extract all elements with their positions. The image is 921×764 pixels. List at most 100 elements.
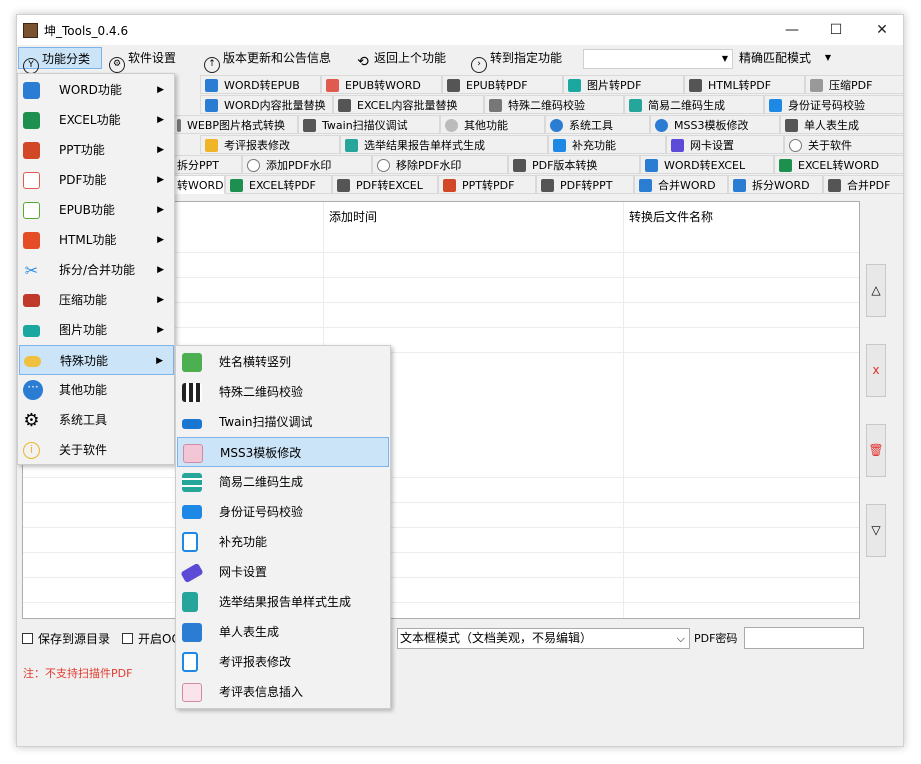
tab-word-to-excel[interactable]: WORD转EXCEL <box>640 155 774 174</box>
tab-add-pdf-watermark[interactable]: 添加PDF水印 <box>242 155 372 174</box>
tab-system-tools[interactable]: 系统工具 <box>545 115 650 134</box>
menu-item-pdf[interactable]: PDF功能 ▶ <box>19 165 174 195</box>
text-mode-select[interactable]: 文本框模式（文档美观，不易编辑） ⌵ <box>397 628 690 649</box>
arrow-up-icon: ↑ <box>204 57 220 73</box>
tab-network-card[interactable]: 网卡设置 <box>666 135 784 154</box>
epub-icon <box>23 202 40 219</box>
remove-button[interactable]: x <box>866 344 886 397</box>
tab-simple-qr-generate[interactable]: 简易二维码生成 <box>624 95 764 114</box>
tab-about[interactable]: 关于软件 <box>784 135 903 154</box>
submenu-item-evaluation-insert[interactable]: 考评表信息插入 <box>177 677 389 707</box>
tab-special-qr-verify[interactable]: 特殊二维码校验 <box>484 95 624 114</box>
maximize-button[interactable]: ☐ <box>813 15 859 45</box>
word-icon <box>23 82 40 99</box>
submenu-item-name-convert[interactable]: 姓名横转竖列 <box>177 347 389 377</box>
move-up-button[interactable]: △ <box>866 264 886 317</box>
ocr-option[interactable]: 开启OC <box>122 629 180 649</box>
menu-version-notice[interactable]: ↑ 版本更新和公告信息 <box>204 47 331 73</box>
tab-election-report[interactable]: 选举结果报告单样式生成 <box>340 135 548 154</box>
tab-webp-convert[interactable]: WEBP图片格式转换 <box>172 115 298 134</box>
tab-other-functions[interactable]: 其他功能 <box>440 115 545 134</box>
submenu-item-supplement[interactable]: 补充功能 <box>177 527 389 557</box>
menu-item-about[interactable]: i 关于软件 <box>19 435 174 465</box>
tab-mss3-template[interactable]: MSS3模板修改 <box>650 115 780 134</box>
submenu-item-election-report[interactable]: 选举结果报告单样式生成 <box>177 587 389 617</box>
save-to-source-checkbox[interactable] <box>22 633 33 644</box>
close-button[interactable]: ✕ <box>859 15 903 45</box>
tab-html-to-pdf[interactable]: HTML转PDF <box>684 75 805 94</box>
gear-icon: ⚙ <box>23 410 40 431</box>
tab-merge-word[interactable]: 合并WORD <box>634 175 728 194</box>
chevron-right-icon: ▶ <box>157 205 164 215</box>
tab-epub-to-word[interactable]: EPUB转WORD <box>321 75 442 94</box>
image-icon <box>23 325 40 337</box>
tab-pdf-to-ppt[interactable]: PDF转PPT <box>536 175 634 194</box>
menu-function-category[interactable]: Y 功能分类 <box>18 47 102 74</box>
tab-pdf-to-excel[interactable]: PDF转EXCEL <box>332 175 438 194</box>
menu-item-epub[interactable]: EPUB功能 ▶ <box>19 195 174 225</box>
pdf-password-label: PDF密码 <box>694 632 738 645</box>
column-header-output-name[interactable]: 转换后文件名称 <box>629 208 713 225</box>
menu-software-settings[interactable]: ⚙ 软件设置 <box>109 47 176 73</box>
tab-compress-pdf[interactable]: 压缩PDF <box>805 75 903 94</box>
app-logo-icon <box>23 23 38 38</box>
menu-item-system-tools[interactable]: ⚙ 系统工具 <box>19 405 174 435</box>
menu-item-image[interactable]: 图片功能 ▶ <box>19 315 174 345</box>
tab-word-to-epub[interactable]: WORD转EPUB <box>200 75 321 94</box>
tab-excel-to-pdf[interactable]: EXCEL转PDF <box>225 175 332 194</box>
tab-epub-to-pdf[interactable]: EPUB转PDF <box>442 75 563 94</box>
tab-pdf-version-convert[interactable]: PDF版本转换 <box>508 155 640 174</box>
qrcode-icon <box>182 383 202 402</box>
submenu-item-id-card[interactable]: 身份证号码校验 <box>177 497 389 527</box>
menu-item-html[interactable]: HTML功能 ▶ <box>19 225 174 255</box>
tab-evaluation-report[interactable]: 考评报表修改 <box>200 135 340 154</box>
tab-image-to-pdf[interactable]: 图片转PDF <box>563 75 684 94</box>
submenu-item-mss3[interactable]: MSS3模板修改 <box>177 437 389 467</box>
tab-twain-debug[interactable]: Twain扫描仪调试 <box>298 115 440 134</box>
menu-item-special[interactable]: 特殊功能 ▶ <box>19 345 174 375</box>
qr-generate-icon <box>182 473 202 492</box>
tab-excel-to-word[interactable]: EXCEL转WORD <box>774 155 903 174</box>
tab-split-word[interactable]: 拆分WORD <box>728 175 823 194</box>
tab-word-batch-replace[interactable]: WORD内容批量替换 <box>200 95 333 114</box>
column-header-add-time[interactable]: 添加时间 <box>329 208 377 225</box>
submenu-item-special-qr[interactable]: 特殊二维码校验 <box>177 377 389 407</box>
match-mode-combo[interactable]: 精确匹配模式 ▼ <box>735 49 835 69</box>
save-to-source-option[interactable]: 保存到源目录 <box>22 629 110 649</box>
tab-excel-batch-replace[interactable]: EXCEL内容批量替换 <box>333 95 484 114</box>
tab-split-ppt[interactable]: 拆分PPT <box>172 155 242 174</box>
excel-icon <box>23 112 40 129</box>
submenu-item-evaluation-report[interactable]: 考评报表修改 <box>177 647 389 677</box>
move-down-button[interactable]: ▽ <box>866 504 886 557</box>
menu-item-compress[interactable]: 压缩功能 ▶ <box>19 285 174 315</box>
submenu-item-twain[interactable]: Twain扫描仪调试 <box>177 407 389 437</box>
menu-goto-function[interactable]: › 转到指定功能 <box>471 47 562 73</box>
tab-merge-pdf[interactable]: 合并PDF <box>823 175 903 194</box>
back-arrow-icon: ⟲ <box>357 54 369 70</box>
menu-item-excel[interactable]: EXCEL功能 ▶ <box>19 105 174 135</box>
function-search-combo[interactable]: ▼ <box>583 49 733 69</box>
submenu-item-single-table[interactable]: 单人表生成 <box>177 617 389 647</box>
submenu-item-network-card[interactable]: 网卡设置 <box>177 557 389 587</box>
tab-ppt-to-pdf[interactable]: PPT转PDF <box>438 175 536 194</box>
menu-item-word[interactable]: WORD功能 ▶ <box>19 75 174 105</box>
chevron-right-icon: ▶ <box>157 295 164 305</box>
tab-remove-pdf-watermark[interactable]: 移除PDF水印 <box>372 155 508 174</box>
category-icon: Y <box>23 58 39 74</box>
menu-item-split-merge[interactable]: ✂ 拆分/合并功能 ▶ <box>19 255 174 285</box>
tab-to-word-selected[interactable]: 转WORD <box>172 175 225 194</box>
clipboard-icon <box>182 592 198 612</box>
trash-button[interactable]: 🗑 <box>866 424 886 477</box>
minimize-button[interactable]: — <box>769 15 815 45</box>
tab-single-table[interactable]: 单人表生成 <box>780 115 903 134</box>
network-card-icon <box>180 562 204 584</box>
info-icon: i <box>23 442 40 459</box>
submenu-item-simple-qr[interactable]: 简易二维码生成 <box>177 467 389 497</box>
ocr-checkbox[interactable] <box>122 633 133 644</box>
tab-id-card-verify[interactable]: 身份证号码校验 <box>764 95 903 114</box>
menu-back[interactable]: ⟲ 返回上个功能 <box>355 47 446 69</box>
pdf-password-field[interactable] <box>744 627 864 649</box>
menu-item-ppt[interactable]: PPT功能 ▶ <box>19 135 174 165</box>
menu-item-other[interactable]: ··· 其他功能 <box>19 375 174 405</box>
tab-supplement[interactable]: 补充功能 <box>548 135 666 154</box>
